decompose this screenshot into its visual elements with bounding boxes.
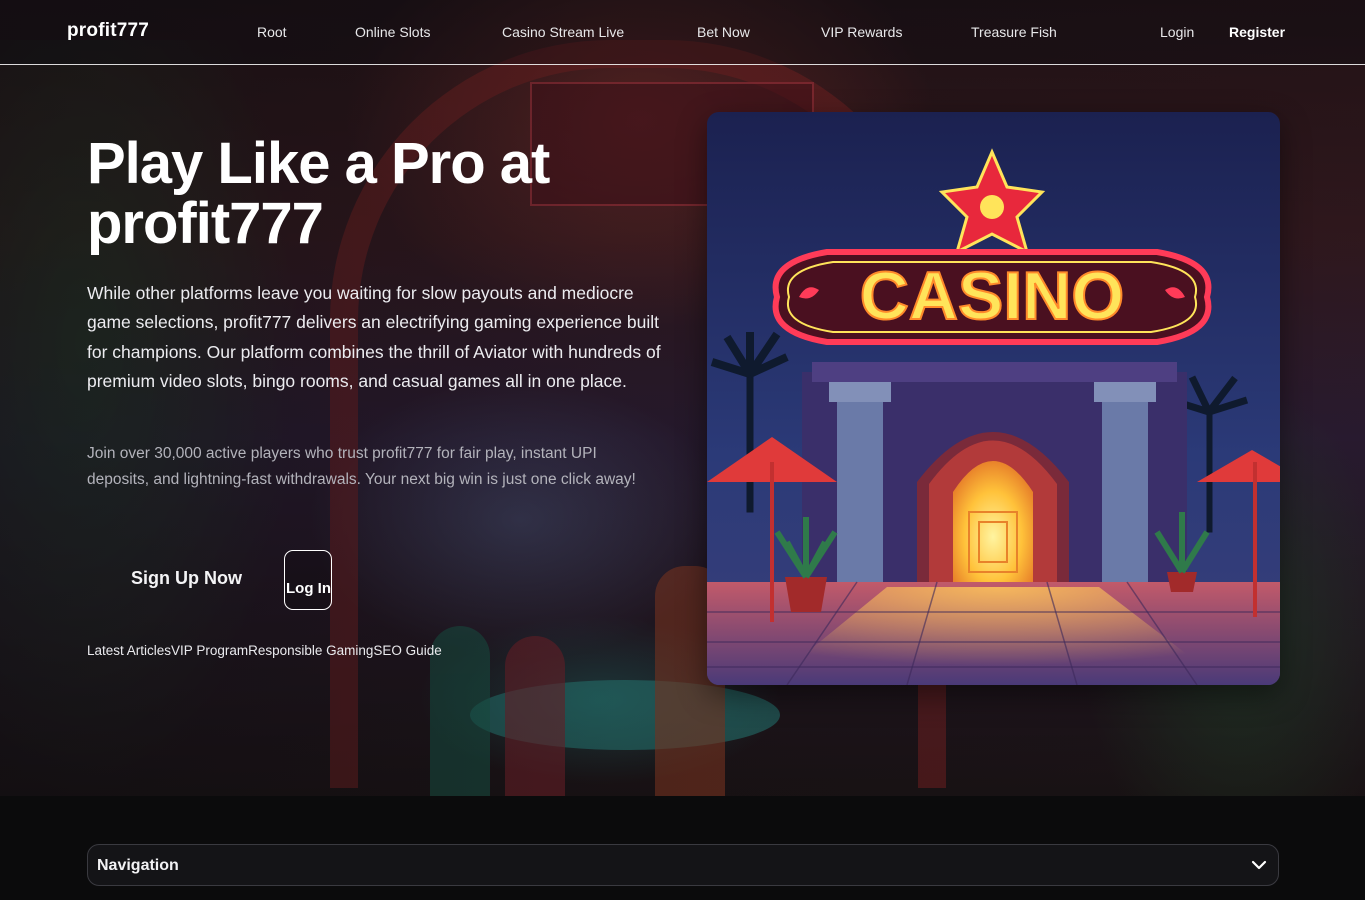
link-responsible-gaming[interactable]: Responsible Gaming bbox=[248, 643, 373, 658]
sign-up-button[interactable]: Sign Up Now bbox=[131, 568, 242, 589]
nav-link-casino-stream-live[interactable]: Casino Stream Live bbox=[502, 24, 624, 40]
nav-link-root[interactable]: Root bbox=[257, 24, 287, 40]
neon-sign-text: CASINO bbox=[860, 258, 1124, 334]
hero-quick-links: Latest ArticlesVIP ProgramResponsible Ga… bbox=[87, 643, 442, 658]
hero-description: While other platforms leave you waiting … bbox=[87, 283, 661, 391]
register-link[interactable]: Register bbox=[1229, 24, 1285, 40]
link-vip-program[interactable]: VIP Program bbox=[171, 643, 248, 658]
login-link[interactable]: Login bbox=[1160, 24, 1194, 40]
log-in-button[interactable]: Log In bbox=[284, 550, 332, 610]
chevron-down-icon[interactable] bbox=[1250, 856, 1268, 874]
link-latest-articles[interactable]: Latest Articles bbox=[87, 643, 171, 658]
hero-title: Play Like a Pro at profit777 bbox=[87, 131, 550, 256]
site-header: profit777 Root Online Slots Casino Strea… bbox=[0, 0, 1365, 65]
casino-illustration: CASINO bbox=[707, 112, 1280, 685]
site-logo[interactable]: profit777 bbox=[67, 20, 149, 42]
nav-link-treasure-fish[interactable]: Treasure Fish bbox=[971, 24, 1057, 40]
link-seo-guide[interactable]: SEO Guide bbox=[373, 643, 441, 658]
hero-subtext: Join over 30,000 active players who trus… bbox=[87, 445, 636, 488]
nav-link-online-slots[interactable]: Online Slots bbox=[355, 24, 430, 40]
navigation-accordion-label: Navigation bbox=[97, 857, 179, 874]
navigation-accordion[interactable]: Navigation bbox=[87, 844, 1279, 886]
nav-link-bet-now[interactable]: Bet Now bbox=[697, 24, 750, 40]
nav-link-vip-rewards[interactable]: VIP Rewards bbox=[821, 24, 902, 40]
